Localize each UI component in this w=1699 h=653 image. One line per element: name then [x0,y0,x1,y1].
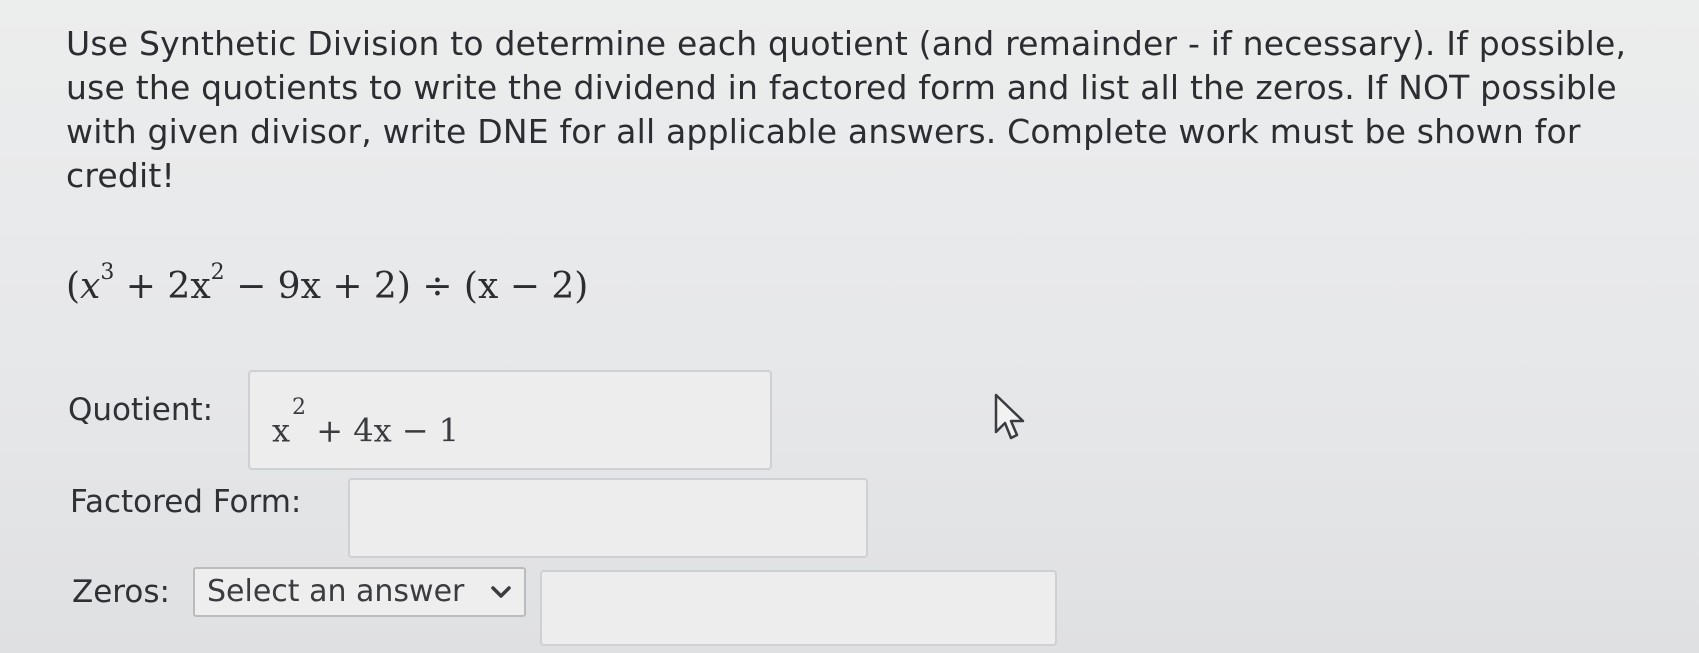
quotient-value-exponent: 2 [292,395,307,420]
instructions-text: Use Synthetic Division to determine each… [66,24,1627,195]
problem-exponent-2: 2 [210,260,225,285]
worksheet-page: Use Synthetic Division to determine each… [0,0,1699,653]
chevron-down-icon [491,586,511,598]
mouse-pointer-icon [994,393,1025,440]
quotient-value-rest: + 4x − 1 [306,411,460,450]
factored-form-label: Factored Form: [70,484,302,520]
quotient-value: x2 + 4x − 1 [272,395,460,451]
problem-term-2: + 2x [114,266,211,307]
zeros-label: Zeros: [72,574,170,610]
quotient-value-x: x [272,411,291,450]
zeros-select-value: Select an answer [207,574,465,609]
problem-expression: (x3 + 2x2 − 9x + 2) ÷ (x − 2) [66,255,588,311]
quotient-label: Quotient: [68,392,214,428]
problem-term-3: − 9x + 2) ÷ (x − 2) [224,266,589,307]
quotient-input[interactable]: x2 + 4x − 1 [248,370,772,470]
zeros-select[interactable]: Select an answer [193,567,526,617]
problem-open-paren: ( [66,266,81,307]
problem-exponent-3: 3 [100,260,115,285]
problem-x: x [80,266,101,307]
factored-form-input[interactable] [348,478,868,558]
zeros-input[interactable] [540,570,1057,646]
